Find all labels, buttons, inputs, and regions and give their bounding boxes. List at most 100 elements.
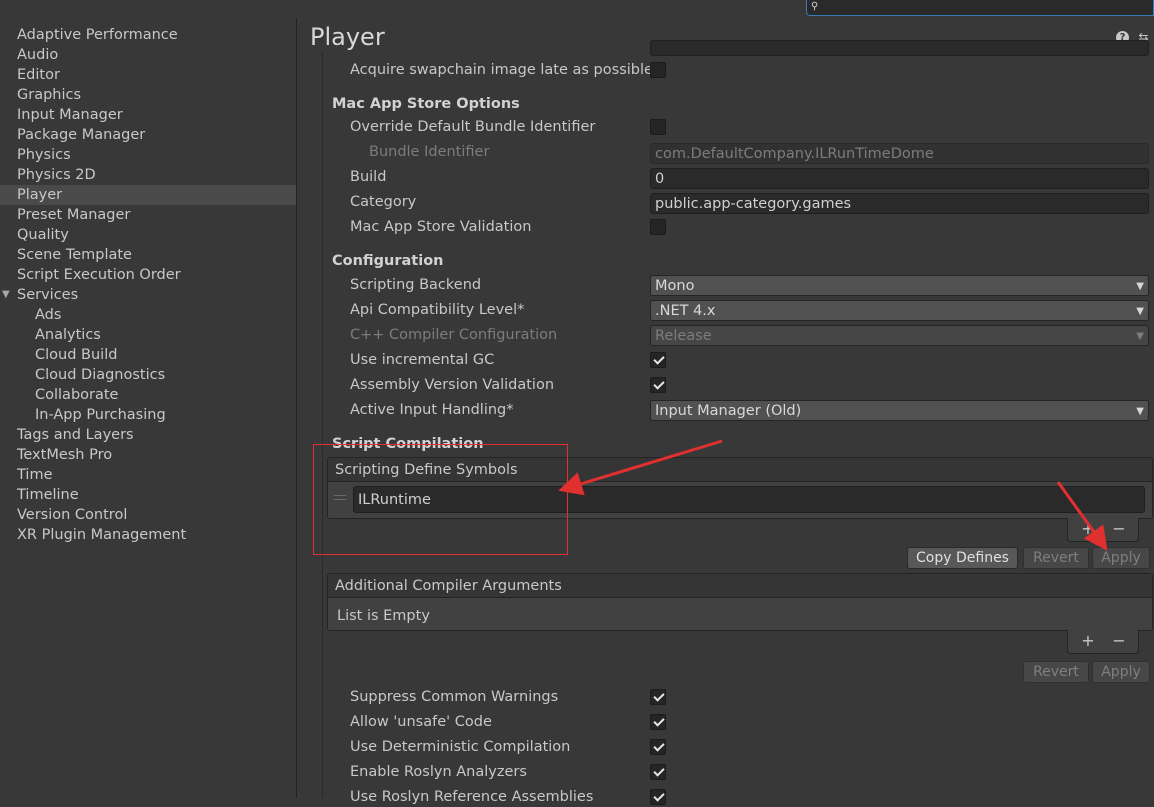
define-symbols-footer: + − [1067,518,1139,542]
add-argument-button[interactable]: + [1078,631,1098,651]
input-handling-label: Active Input Handling* [350,402,514,418]
bundle-identifier-field: com.DefaultCompany.ILRunTimeDome [650,143,1149,164]
sidebar-item-cloud-build[interactable]: Cloud Build [0,345,296,365]
roslyn-analyzers-label: Enable Roslyn Analyzers [350,764,527,780]
category-field[interactable]: public.app-category.games [650,193,1149,214]
sidebar-item-time[interactable]: Time [0,465,296,485]
sidebar-item-collaborate[interactable]: Collaborate [0,385,296,405]
sidebar-item-label: Player [17,187,63,203]
chevron-down-icon: ▼ [1136,306,1144,317]
compiler-args-header: Additional Compiler Arguments [328,574,1152,598]
sidebar-item-label: Input Manager [17,107,123,123]
sidebar-item-tags-and-layers[interactable]: Tags and Layers [0,425,296,445]
cpp-config-dropdown: Release ▼ [650,325,1149,346]
apply-args-button[interactable]: Apply [1092,661,1150,683]
sidebar-item-label: In-App Purchasing [35,407,166,423]
top-bar: ⚲ [0,0,1154,18]
sidebar-item-textmesh-pro[interactable]: TextMesh Pro [0,445,296,465]
sidebar-item-in-app-purchasing[interactable]: In-App Purchasing [0,405,296,425]
sidebar-item-editor[interactable]: Editor [0,65,296,85]
search-field[interactable]: ⚲ [806,0,1154,16]
assembly-validation-label: Assembly Version Validation [350,377,555,393]
sidebar-item-services[interactable]: ▼ Services [0,285,296,305]
clipped-field[interactable] [650,40,1149,56]
sidebar-item-cloud-diagnostics[interactable]: Cloud Diagnostics [0,365,296,385]
build-label: Build [350,169,387,185]
sidebar-item-label: Collaborate [35,387,119,403]
unsafe-code-checkbox[interactable] [650,714,666,730]
search-icon: ⚲ [811,1,819,12]
sidebar-item-timeline[interactable]: Timeline [0,485,296,505]
script-compilation-header: Script Compilation [332,436,484,452]
configuration-header: Configuration [332,253,444,269]
sidebar-item-graphics[interactable]: Graphics [0,85,296,105]
sidebar-item-label: Physics [17,147,71,163]
suppress-warnings-checkbox[interactable] [650,689,666,705]
sidebar-item-label: Package Manager [17,127,146,143]
sidebar-item-label: Time [17,467,53,483]
sidebar-item-label: Graphics [17,87,82,103]
sidebar-item-label: Editor [17,67,60,83]
mac-validation-checkbox[interactable] [650,219,666,235]
sidebar-item-script-execution-order[interactable]: Script Execution Order [0,265,296,285]
revert-defines-button[interactable]: Revert [1023,547,1089,569]
api-compat-value: .NET 4.x [655,303,716,319]
api-compat-dropdown[interactable]: .NET 4.x ▼ [650,300,1149,321]
sidebar-item-player[interactable]: Player [0,185,296,205]
sidebar-item-label: Preset Manager [17,207,131,223]
sidebar-item-xr-plugin-management[interactable]: XR Plugin Management [0,525,296,545]
sidebar-item-ads[interactable]: Ads [0,305,296,325]
apply-defines-button[interactable]: Apply [1092,547,1150,569]
sidebar-item-label: Cloud Build [35,347,118,363]
roslyn-reference-checkbox[interactable] [650,789,666,805]
chevron-down-icon: ▼ [1136,406,1144,417]
sidebar-item-quality[interactable]: Quality [0,225,296,245]
sidebar-item-label: Physics 2D [17,167,96,183]
revert-args-button[interactable]: Revert [1023,661,1089,683]
copy-defines-button[interactable]: Copy Defines [907,547,1018,569]
swapchain-label: Acquire swapchain image late as possible [350,62,653,78]
input-handling-value: Input Manager (Old) [655,403,802,419]
sidebar-item-analytics[interactable]: Analytics [0,325,296,345]
sidebar-item-audio[interactable]: Audio [0,45,296,65]
build-field[interactable]: 0 [650,168,1149,189]
add-symbol-button[interactable]: + [1078,519,1098,539]
override-bundle-label: Override Default Bundle Identifier [350,119,596,135]
sidebar-item-preset-manager[interactable]: Preset Manager [0,205,296,225]
sidebar-item-version-control[interactable]: Version Control [0,505,296,525]
sidebar-item-label: Analytics [35,327,101,343]
scripting-backend-dropdown[interactable]: Mono ▼ [650,275,1149,296]
page-title: Player [310,23,385,51]
swapchain-checkbox[interactable] [650,62,666,78]
scripting-backend-value: Mono [655,278,695,294]
override-bundle-checkbox[interactable] [650,119,666,135]
sidebar-item-scene-template[interactable]: Scene Template [0,245,296,265]
assembly-validation-checkbox[interactable] [650,377,666,393]
chevron-down-icon: ▼ [1136,281,1144,292]
compiler-args-list: Additional Compiler Arguments List is Em… [327,573,1153,631]
api-compat-label: Api Compatibility Level* [350,302,525,318]
incremental-gc-label: Use incremental GC [350,352,495,368]
remove-argument-button[interactable]: − [1109,631,1129,651]
roslyn-analyzers-checkbox[interactable] [650,764,666,780]
remove-symbol-button[interactable]: − [1109,519,1129,539]
sidebar-item-label: Services [17,287,79,303]
define-symbol-field[interactable]: ILRuntime [353,486,1145,513]
input-handling-dropdown[interactable]: Input Manager (Old) ▼ [650,400,1149,421]
deterministic-checkbox[interactable] [650,739,666,755]
sidebar-item-physics-2d[interactable]: Physics 2D [0,165,296,185]
scripting-backend-label: Scripting Backend [350,277,482,293]
sidebar-item-label: Cloud Diagnostics [35,367,166,383]
expand-arrow-icon[interactable]: ▼ [2,285,10,305]
incremental-gc-checkbox[interactable] [650,352,666,368]
sidebar-item-label: Script Execution Order [17,267,181,283]
cpp-config-value: Release [655,328,712,344]
sidebar-item-adaptive-performance[interactable]: Adaptive Performance [0,25,296,45]
bundle-identifier-label: Bundle Identifier [369,144,490,160]
sidebar-item-package-manager[interactable]: Package Manager [0,125,296,145]
sidebar-item-label: Version Control [17,507,128,523]
sidebar-item-physics[interactable]: Physics [0,145,296,165]
mac-app-store-header: Mac App Store Options [332,96,520,112]
sidebar-item-input-manager[interactable]: Input Manager [0,105,296,125]
roslyn-reference-label: Use Roslyn Reference Assemblies [350,789,594,805]
